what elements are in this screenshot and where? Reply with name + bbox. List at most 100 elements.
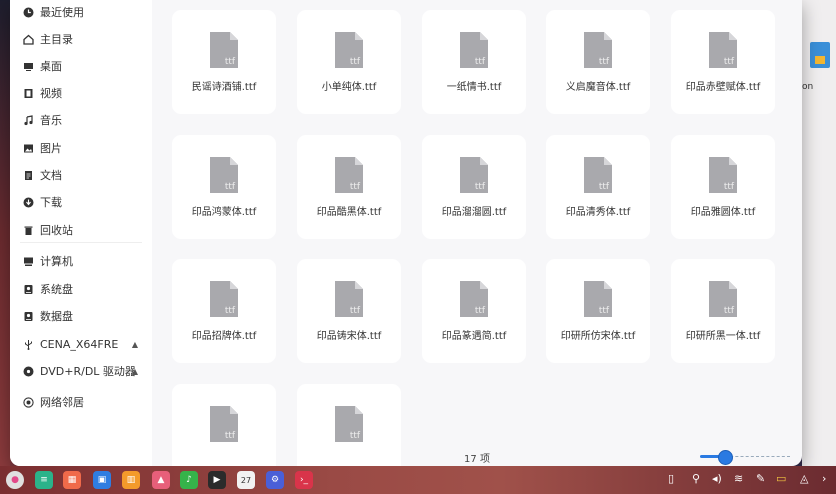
- usb-icon[interactable]: ⚲: [692, 472, 700, 485]
- font-file-icon: ttf: [582, 279, 614, 319]
- sidebar-item-label: 计算机: [40, 255, 73, 268]
- file-item[interactable]: ttf 印研所黑一体.ttf: [671, 259, 775, 363]
- sidebar-item-item-11[interactable]: 数据盘: [10, 304, 152, 328]
- file-manager-icon[interactable]: ▣: [93, 471, 111, 489]
- file-item[interactable]: ttf 印研所仿宋体.ttf: [546, 259, 650, 363]
- file-type-badge: ttf: [724, 57, 735, 67]
- sidebar-item-label: 音乐: [40, 114, 62, 127]
- file-item[interactable]: ttf: [172, 384, 276, 466]
- sidebar-item-item-3[interactable]: 视频: [10, 81, 152, 105]
- sidebar-item-label: DVD+R/DL 驱动器: [40, 365, 136, 378]
- file-name: 印品酷黑体.ttf: [316, 207, 382, 218]
- sidebar-item-item-2[interactable]: 桌面: [10, 54, 152, 78]
- file-item[interactable]: ttf 印品招牌体.ttf: [172, 259, 276, 363]
- file-name: 民谣诗酒铺.ttf: [191, 82, 257, 93]
- sidebar-item-dvd-r-dl[interactable]: DVD+R/DL 驱动器 ▲: [10, 359, 152, 383]
- sidebar-item-label: 下载: [40, 196, 62, 209]
- font-file-icon: ttf: [208, 30, 240, 70]
- zoom-slider[interactable]: [700, 450, 790, 465]
- notification-icon[interactable]: ◬: [800, 472, 808, 485]
- optical-drive-icon: [23, 366, 34, 377]
- computer-icon: [23, 256, 34, 267]
- file-item[interactable]: ttf 印品溜溜圆.ttf: [422, 135, 526, 239]
- sidebar-item-item-4[interactable]: 音乐: [10, 108, 152, 132]
- sidebar-item-item-10[interactable]: 系统盘: [10, 277, 152, 301]
- sidebar-item-label: 最近使用: [40, 6, 84, 19]
- trash-icon[interactable]: ▯: [668, 472, 674, 485]
- file-item[interactable]: ttf 印品清秀体.ttf: [546, 135, 650, 239]
- file-type-badge: ttf: [225, 431, 236, 441]
- file-item[interactable]: ttf 民谣诗酒铺.ttf: [172, 10, 276, 114]
- file-item[interactable]: ttf 印品酷黑体.ttf: [297, 135, 401, 239]
- file-name: 一纸情书.ttf: [446, 82, 502, 93]
- file-name: 印品铸宋体.ttf: [316, 331, 382, 342]
- font-file-icon: ttf: [208, 279, 240, 319]
- file-item[interactable]: ttf 小单纯体.ttf: [297, 10, 401, 114]
- sidebar-item-label: CENA_X64FRE: [40, 337, 119, 351]
- gallery-icon[interactable]: ▲: [152, 471, 170, 489]
- sidebar-item-item-6[interactable]: 文档: [10, 163, 152, 187]
- file-item[interactable]: ttf 印品赤壁赋体.ttf: [671, 10, 775, 114]
- file-item[interactable]: ttf: [297, 384, 401, 466]
- calendar-icon[interactable]: 27: [237, 471, 255, 489]
- wifi-icon[interactable]: ≋: [734, 472, 743, 485]
- file-name: 义启魔音体.ttf: [565, 82, 631, 93]
- app-grid-icon[interactable]: ▥: [122, 471, 140, 489]
- desktop-file-label: on: [802, 82, 814, 92]
- file-type-badge: ttf: [475, 57, 486, 67]
- video-player-icon[interactable]: ▶: [208, 471, 226, 489]
- file-name: 印品雅圆体.ttf: [690, 207, 756, 218]
- music-player-icon[interactable]: ♪: [180, 471, 198, 489]
- sidebar-item-label: 文档: [40, 169, 62, 182]
- file-manager-window: 最近使用主目录桌面视频音乐图片文档下载回收站计算机系统盘数据盘 CENA_X64F…: [10, 0, 802, 466]
- file-item[interactable]: ttf 一纸情书.ttf: [422, 10, 526, 114]
- battery-icon[interactable]: ▭: [776, 472, 786, 485]
- zoom-slider-handle[interactable]: [718, 450, 733, 465]
- sidebar-item-item-9[interactable]: 计算机: [10, 249, 152, 273]
- picture-icon: [23, 143, 34, 154]
- file-item[interactable]: ttf 印品篆遇简.ttf: [422, 259, 526, 363]
- settings-icon[interactable]: ⚙: [266, 471, 284, 489]
- chevron-right-icon[interactable]: ›: [822, 472, 826, 485]
- sidebar-item-item-5[interactable]: 图片: [10, 136, 152, 160]
- file-name: 印品鸿蒙体.ttf: [191, 207, 257, 218]
- file-type-badge: ttf: [599, 306, 610, 316]
- file-name: 印品赤壁赋体.ttf: [685, 82, 761, 93]
- launcher-icon[interactable]: ●: [6, 471, 24, 489]
- sidebar-item-item-7[interactable]: 下载: [10, 190, 152, 214]
- sidebar-item-label: 网络邻居: [40, 396, 84, 409]
- file-item[interactable]: ttf 印品雅圆体.ttf: [671, 135, 775, 239]
- file-item[interactable]: ttf 印品铸宋体.ttf: [297, 259, 401, 363]
- file-type-badge: ttf: [350, 431, 361, 441]
- eject-icon[interactable]: ▲: [132, 367, 138, 376]
- sidebar: 最近使用主目录桌面视频音乐图片文档下载回收站计算机系统盘数据盘 CENA_X64F…: [10, 0, 152, 466]
- sidebar-item-item-0[interactable]: 最近使用: [10, 0, 152, 24]
- file-item[interactable]: ttf 印品鸿蒙体.ttf: [172, 135, 276, 239]
- font-file-icon: ttf: [333, 30, 365, 70]
- desktop-file-icon[interactable]: [807, 40, 833, 70]
- video-icon: [23, 88, 34, 99]
- sidebar-item-cena-x64fre[interactable]: CENA_X64FRE ▲: [10, 332, 152, 356]
- file-name: 小单纯体.ttf: [321, 82, 377, 93]
- font-file-icon: ttf: [707, 30, 739, 70]
- volume-icon[interactable]: ◂): [712, 472, 722, 485]
- file-item[interactable]: ttf 义启魔音体.ttf: [546, 10, 650, 114]
- sidebar-item-item-14[interactable]: 网络邻居: [10, 390, 152, 414]
- eject-icon[interactable]: ▲: [132, 340, 138, 349]
- font-file-icon: ttf: [458, 30, 490, 70]
- disk-icon: [23, 311, 34, 322]
- app-store-icon[interactable]: ▦: [63, 471, 81, 489]
- taskbar: ● ≡ ▦ ▣ ▥ ▲ ♪ ▶ 27 ⚙ ›_ ▯ ⚲ ◂) ≋ ✎ ▭ ◬ ›: [0, 466, 836, 494]
- sidebar-item-label: 主目录: [40, 33, 73, 46]
- sidebar-item-item-1[interactable]: 主目录: [10, 27, 152, 51]
- file-grid: 17 项 ttf 民谣诗酒铺.ttf ttf 小单纯体.ttf ttf 一纸情书.ttf t…: [152, 0, 802, 466]
- sidebar-item-item-8[interactable]: 回收站: [10, 218, 152, 242]
- font-file-icon: ttf: [333, 279, 365, 319]
- zoom-slider-track: [725, 456, 790, 458]
- terminal-icon[interactable]: ›_: [295, 471, 313, 489]
- pen-icon[interactable]: ✎: [756, 472, 765, 485]
- multitask-view-icon[interactable]: ≡: [35, 471, 53, 489]
- sidebar-item-label: 视频: [40, 87, 62, 100]
- usb-icon: [23, 339, 34, 350]
- file-type-badge: ttf: [599, 182, 610, 192]
